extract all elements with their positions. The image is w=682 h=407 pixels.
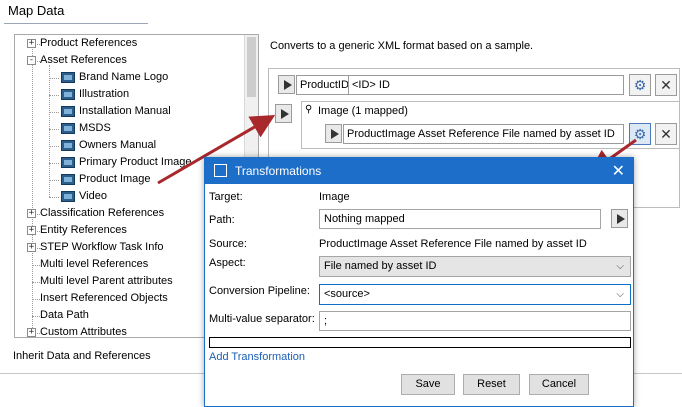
dialog-title: Transformations [235, 164, 322, 178]
path-select-button[interactable] [611, 209, 628, 228]
dialog-titlebar[interactable]: Transformations ✕ [205, 158, 633, 184]
target-value: Image [319, 191, 350, 203]
aspect-select-value: File named by asset ID [324, 260, 437, 272]
chevron-down-icon: ⌵ [616, 289, 624, 300]
path-label: Path: [209, 214, 235, 226]
transformations-list [209, 337, 631, 348]
separator-label: Multi-value separator: [209, 313, 315, 325]
target-label: Target: [209, 191, 243, 203]
multi-value-separator-field[interactable]: ; [319, 311, 631, 331]
aspect-select[interactable]: File named by asset ID ⌵ [319, 256, 631, 277]
source-label: Source: [209, 238, 247, 250]
pipeline-select-value: <source> [324, 288, 370, 300]
cancel-button[interactable]: Cancel [529, 374, 589, 395]
aspect-label: Aspect: [209, 257, 246, 269]
save-button[interactable]: Save [401, 374, 455, 395]
pipeline-label: Conversion Pipeline: [209, 285, 310, 297]
chevron-down-icon: ⌵ [616, 261, 624, 272]
close-icon[interactable]: ✕ [612, 161, 625, 181]
path-field[interactable]: Nothing mapped [319, 209, 601, 229]
reset-button[interactable]: Reset [463, 374, 520, 395]
conversion-pipeline-select[interactable]: <source> ⌵ [319, 284, 631, 305]
window-icon [214, 164, 227, 177]
add-transformation-link[interactable]: Add Transformation [209, 351, 305, 363]
source-value: ProductImage Asset Reference File named … [319, 238, 587, 250]
transformations-dialog: Transformations ✕ Target: Image Path: No… [204, 157, 634, 407]
